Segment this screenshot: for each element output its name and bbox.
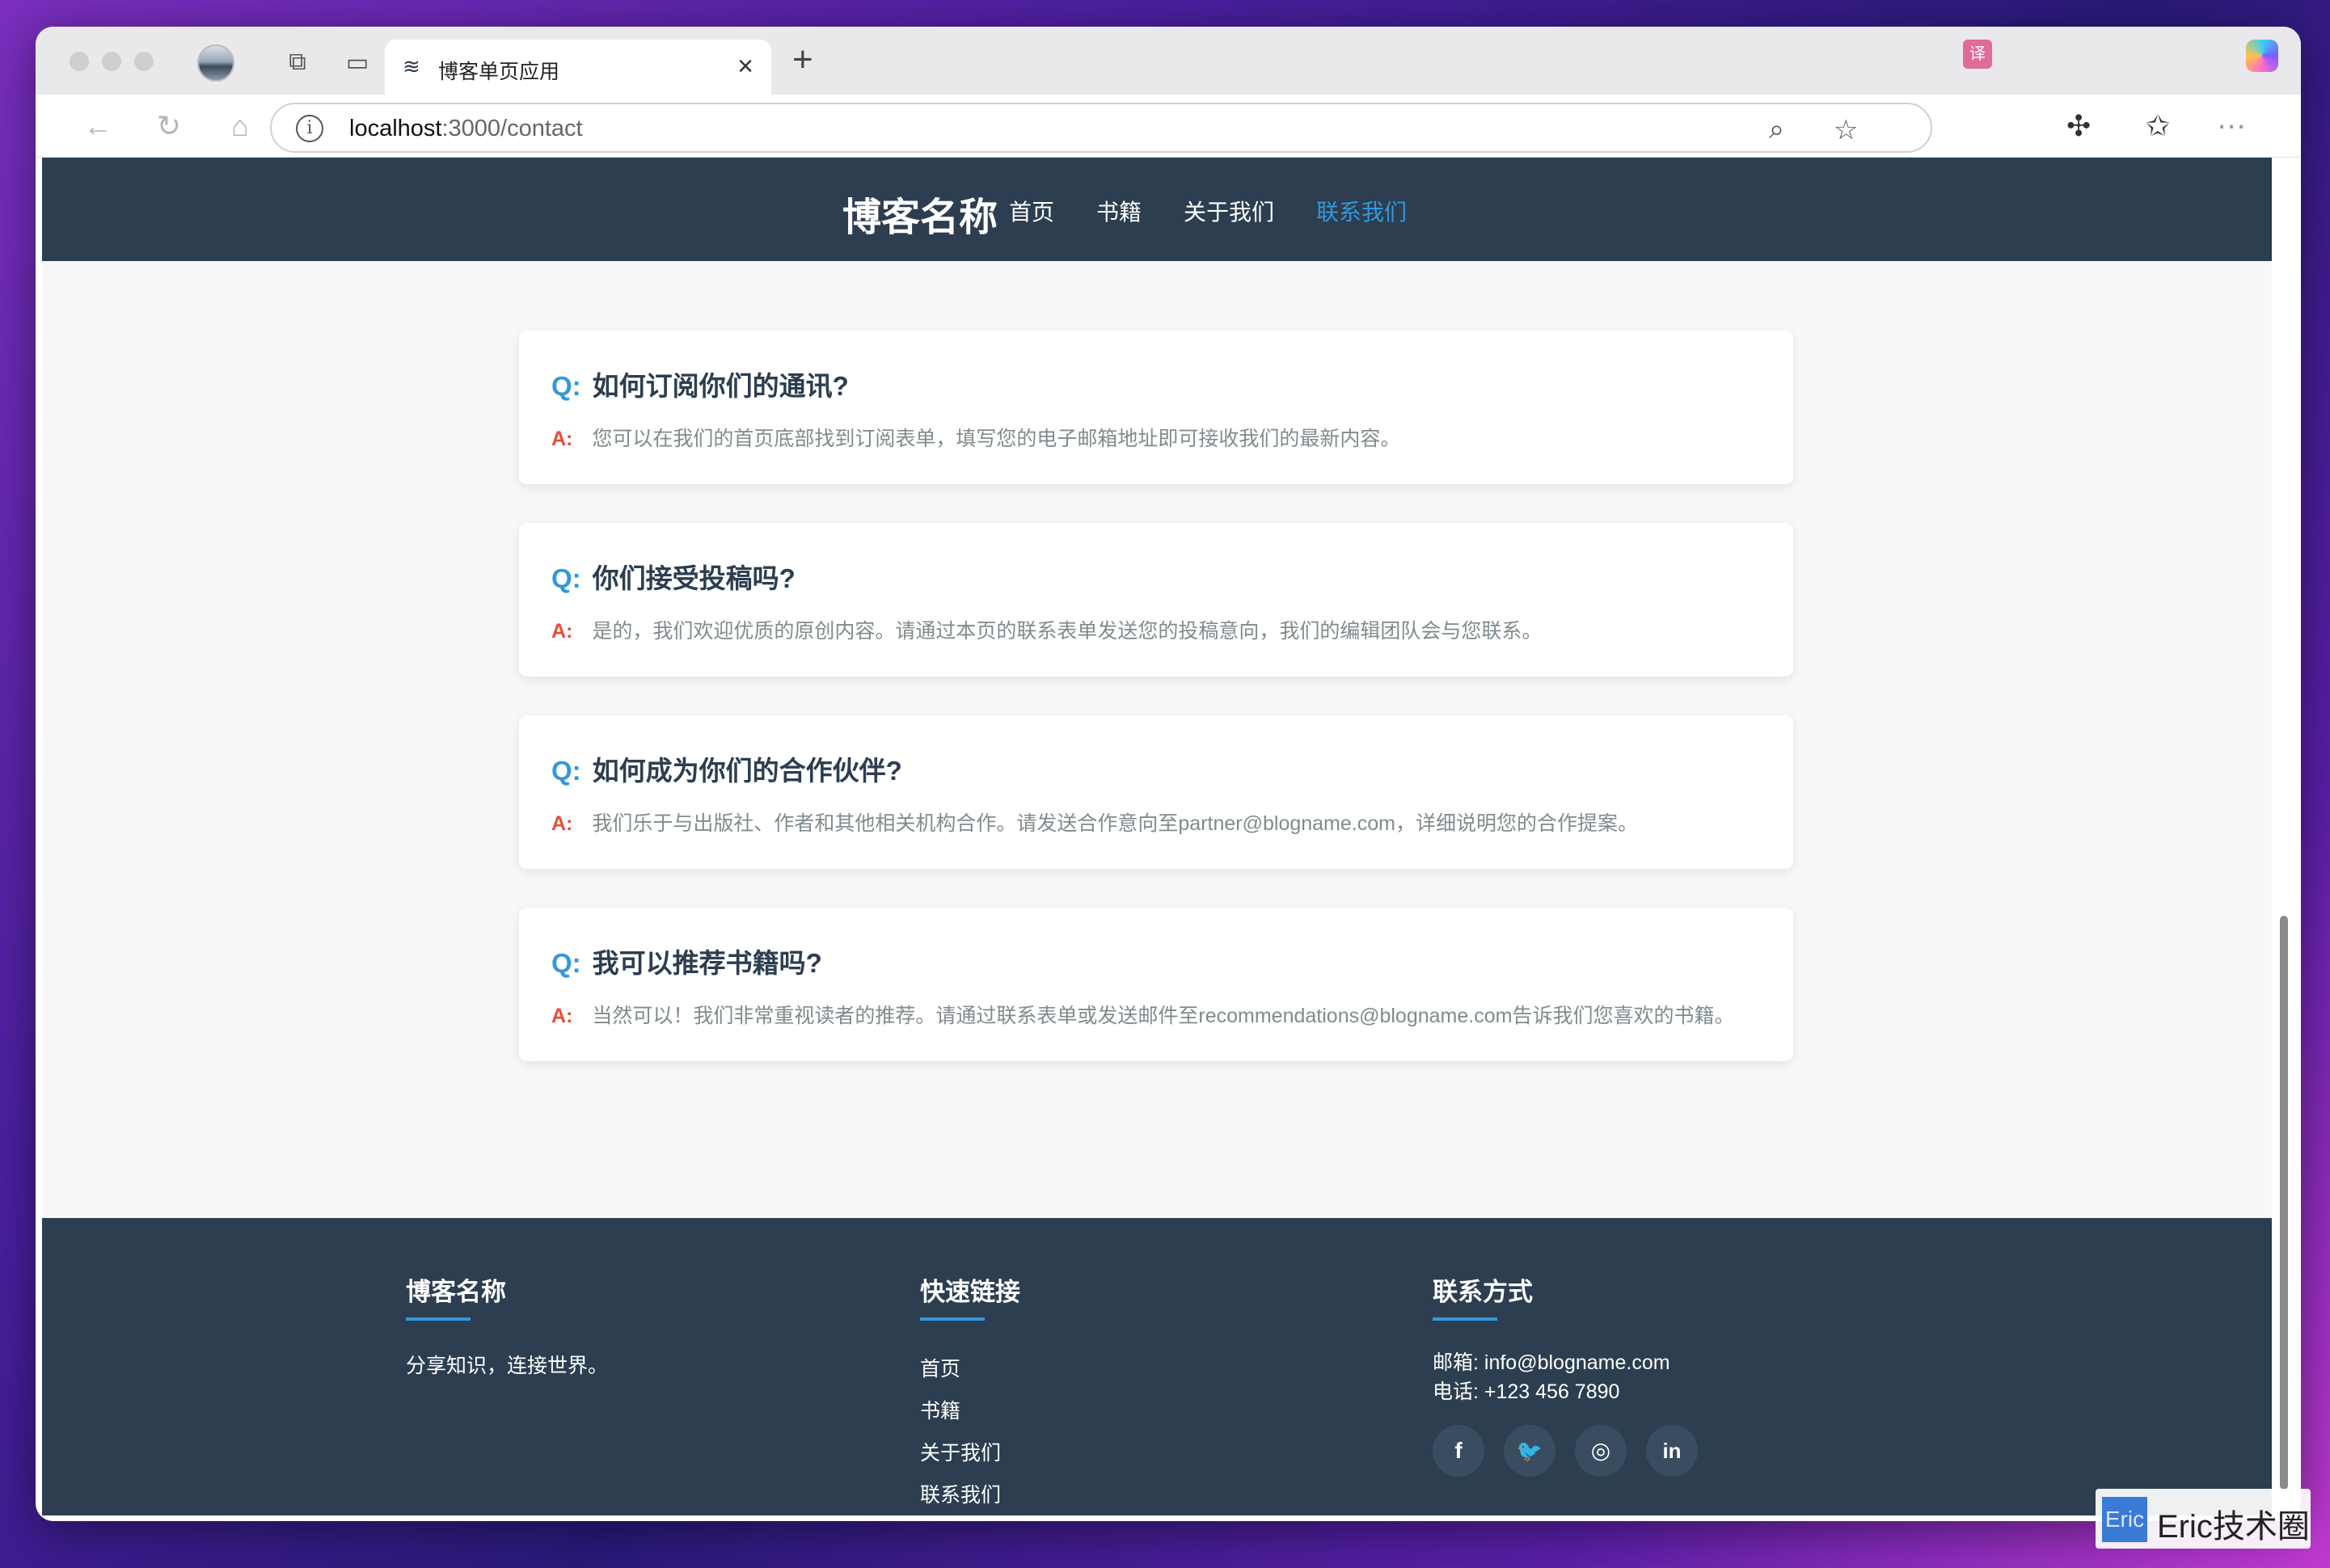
faq-question: 我可以推荐书籍吗? — [592, 948, 822, 978]
instagram-icon[interactable]: ◎ — [1575, 1425, 1627, 1477]
question-tag: Q: — [551, 563, 581, 593]
footer-link-home[interactable]: 首页 — [920, 1348, 1020, 1390]
faq-item: Q: 如何订阅你们的通讯? A: 您可以在我们的首页底部找到订阅表单，填写您的电子邮… — [519, 331, 1793, 484]
favorite-star-icon[interactable]: ☆ — [1834, 114, 1858, 146]
title-underline — [920, 1317, 985, 1321]
home-icon[interactable]: ⌂ — [220, 106, 260, 146]
back-arrow-icon[interactable]: ← — [78, 106, 118, 146]
translate-extension-icon[interactable]: 译 — [1963, 40, 1992, 69]
favorites-icon[interactable]: ✩ — [2146, 109, 2170, 143]
linkedin-icon[interactable]: in — [1646, 1425, 1698, 1477]
browser-toolbar: ← ↻ ⌂ i localhost:3000/contact ⌕ ☆ ✣ ✩ ⋯ — [36, 95, 2301, 158]
watermark-logo: Eric — [2102, 1497, 2147, 1542]
question-tag: Q: — [551, 756, 581, 786]
profile-avatar[interactable] — [197, 44, 234, 82]
answer-tag: A: — [551, 428, 573, 450]
answer-tag: A: — [551, 812, 573, 835]
faq-answer: 当然可以！我们非常重视读者的推荐。请通过联系表单或发送邮件至recommenda… — [592, 1005, 1735, 1027]
footer-quick-links: 快速链接 首页 书籍 关于我们 联系我们 — [920, 1271, 1020, 1515]
faq-answer: 您可以在我们的首页底部找到订阅表单，填写您的电子邮箱地址即可接收我们的最新内容。 — [592, 428, 1401, 450]
layers-icon: ≋ — [403, 54, 420, 78]
maximize-window-button[interactable] — [134, 52, 154, 71]
footer-phone: 电话: +123 456 7890 — [1433, 1380, 1620, 1403]
footer-link-contact[interactable]: 联系我们 — [920, 1474, 1020, 1515]
minimize-window-button[interactable] — [102, 52, 121, 71]
nav-about[interactable]: 关于我们 — [1184, 195, 1274, 227]
footer-email: 邮箱: info@blogname.com — [1433, 1351, 1670, 1374]
close-window-button[interactable] — [70, 52, 89, 71]
faq-answer: 我们乐于与出版社、作者和其他相关机构合作。请发送合作意向至partner@blo… — [592, 812, 1638, 835]
footer-contact: 联系方式 邮箱: info@blogname.com 电话: +123 456 … — [1433, 1271, 1670, 1406]
question-tag: Q: — [551, 371, 581, 401]
footer-links-title: 快速链接 — [920, 1278, 1020, 1306]
faq-question: 如何成为你们的合作伙伴? — [592, 756, 902, 786]
faq-answer: 是的，我们欢迎优质的原创内容。请通过本页的联系表单发送您的投稿意向，我们的编辑团… — [592, 620, 1543, 643]
site-info-icon[interactable]: i — [296, 115, 323, 142]
title-underline — [406, 1317, 471, 1321]
extensions-icon[interactable]: ✣ — [2066, 109, 2091, 143]
url-text[interactable]: localhost:3000/contact — [349, 116, 583, 142]
title-underline — [1433, 1317, 1497, 1321]
faq-question: 如何订阅你们的通讯? — [592, 371, 849, 401]
browser-tab-active[interactable]: ≋ 博客单页应用 × — [385, 40, 771, 95]
site-header: 博客名称 首页 书籍 关于我们 联系我们 — [42, 158, 2272, 261]
address-bar[interactable]: i localhost:3000/contact ⌕ ☆ — [270, 103, 1932, 153]
footer-contact-title: 联系方式 — [1433, 1278, 1533, 1306]
reload-icon[interactable]: ↻ — [149, 106, 189, 146]
new-tab-button[interactable]: + — [792, 40, 813, 80]
web-page: 博客名称 首页 书籍 关于我们 联系我们 Q: 如何订阅你们的通讯? A: 您可以在… — [42, 158, 2272, 1515]
answer-tag: A: — [551, 1005, 573, 1027]
watermark: Eric Eric技术圈 — [2096, 1489, 2311, 1549]
collections-icon[interactable]: ⧉ — [280, 44, 315, 80]
footer-link-books[interactable]: 书籍 — [920, 1390, 1020, 1432]
nav-home[interactable]: 首页 — [1009, 195, 1054, 227]
answer-tag: A: — [551, 620, 573, 643]
twitter-icon[interactable]: 🐦 — [1504, 1425, 1555, 1477]
sidebar-toggle-icon[interactable]: ▭ — [340, 44, 375, 80]
site-brand[interactable]: 博客名称 — [842, 185, 998, 242]
footer-about-title: 博客名称 — [406, 1278, 506, 1306]
tab-bar: ⧉ ▭ ≋ 博客单页应用 × + — [36, 27, 2301, 95]
nav-contact[interactable]: 联系我们 — [1316, 195, 1407, 227]
browser-window: ⧉ ▭ ≋ 博客单页应用 × + ← ↻ ⌂ i localhost:3000/… — [36, 27, 2301, 1521]
more-menu-icon[interactable]: ⋯ — [2217, 109, 2246, 143]
faq-item: Q: 如何成为你们的合作伙伴? A: 我们乐于与出版社、作者和其他相关机构合作。请发… — [519, 715, 1793, 869]
zoom-icon[interactable]: ⌕ — [1769, 114, 1784, 145]
close-tab-icon[interactable]: × — [737, 51, 753, 82]
copilot-icon[interactable] — [2246, 40, 2278, 72]
footer-tagline: 分享知识，连接世界。 — [406, 1355, 609, 1377]
question-tag: Q: — [551, 948, 581, 978]
footer-link-about[interactable]: 关于我们 — [920, 1432, 1020, 1474]
footer-about: 博客名称 分享知识，连接世界。 — [406, 1271, 608, 1379]
tab-title: 博客单页应用 — [438, 61, 560, 83]
watermark-text: Eric技术圈 — [2157, 1509, 2310, 1545]
site-footer: 博客名称 分享知识，连接世界。 快速链接 首页 书籍 关于我们 联系我们 联系方… — [42, 1218, 2272, 1515]
page-scrollbar[interactable] — [2280, 916, 2288, 1490]
faq-item: Q: 我可以推荐书籍吗? A: 当然可以！我们非常重视读者的推荐。请通过联系表单或发… — [519, 908, 1793, 1061]
faq-item: Q: 你们接受投稿吗? A: 是的，我们欢迎优质的原创内容。请通过本页的联系表单发送… — [519, 523, 1793, 677]
nav-books[interactable]: 书籍 — [1096, 195, 1142, 227]
facebook-icon[interactable]: f — [1433, 1425, 1484, 1477]
faq-question: 你们接受投稿吗? — [592, 563, 796, 593]
